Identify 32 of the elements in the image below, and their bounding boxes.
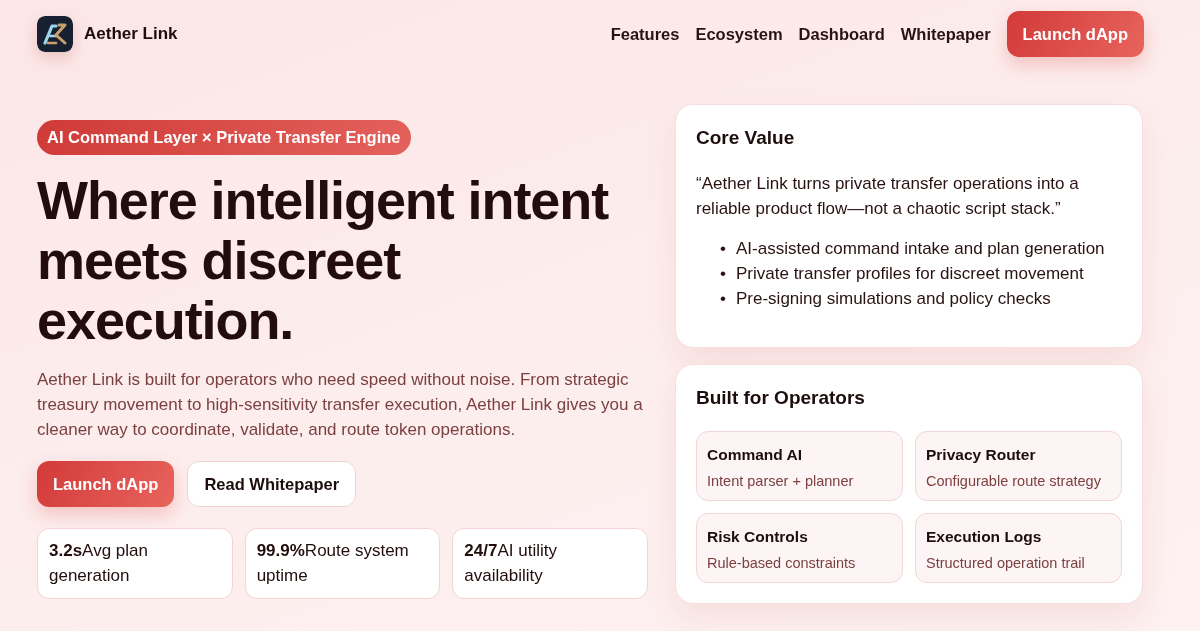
feature-title: Command AI bbox=[707, 445, 803, 465]
tagline-badge: AI Command Layer × Private Transfer Engine bbox=[37, 120, 411, 155]
stat-card: 99.9%Route system uptime bbox=[244, 528, 441, 599]
feature-title: Execution Logs bbox=[926, 527, 1043, 547]
hero-heading: Where intelligent intent meets discreet execution. bbox=[37, 170, 610, 350]
feature-description: Structured operation trail bbox=[926, 554, 1086, 573]
nav-link[interactable]: Whitepaper bbox=[900, 21, 991, 47]
feature-description: Configurable route strategy bbox=[926, 472, 1102, 491]
bullet-marker: • bbox=[720, 263, 727, 285]
bullet-point: Private transfer profiles for discreet movement bbox=[736, 263, 1084, 285]
launch-app-button[interactable]: Launch dApp bbox=[37, 461, 175, 507]
brand-name: Aether Link bbox=[84, 23, 178, 46]
card-title: Built for Operators bbox=[696, 386, 866, 410]
nav-link[interactable]: Ecosystem bbox=[695, 21, 783, 47]
feature-description: Rule-based constraints bbox=[707, 554, 857, 573]
bullet-point: AI-assisted command intake and plan generation bbox=[736, 238, 1105, 260]
bullet-marker: • bbox=[720, 238, 727, 260]
feature-title: Risk Controls bbox=[707, 527, 809, 547]
bullet-marker: • bbox=[720, 288, 727, 310]
feature-title: Privacy Router bbox=[926, 445, 1037, 465]
whitepaper-button[interactable]: Read Whitepaper bbox=[187, 461, 357, 507]
nav-link[interactable]: Features bbox=[610, 21, 680, 47]
logo-icon bbox=[37, 16, 73, 52]
stat-card: 3.2sAvg plan generation bbox=[37, 528, 233, 599]
feature-description: Intent parser + planner bbox=[707, 472, 855, 491]
nav-link[interactable]: Dashboard bbox=[798, 21, 885, 47]
quote-text: “Aether Link turns private transfer operations into a reliable product flow—not a chaotic script stack.” bbox=[696, 173, 1080, 220]
bullet-point: Pre-signing simulations and policy checks bbox=[736, 288, 1051, 310]
stat-card: 24/7AI utility availability bbox=[452, 528, 648, 599]
hero-description: Aether Link is built for operators who need speed without noise. From strategic treasury movement to high-sensitivity transfer execution, Aether Link gives you a cleaner way to coordinate, validate, and route token operations. bbox=[37, 369, 644, 441]
launch-app-button[interactable]: Launch dApp bbox=[1006, 11, 1144, 57]
card-title: Core Value bbox=[696, 126, 796, 150]
